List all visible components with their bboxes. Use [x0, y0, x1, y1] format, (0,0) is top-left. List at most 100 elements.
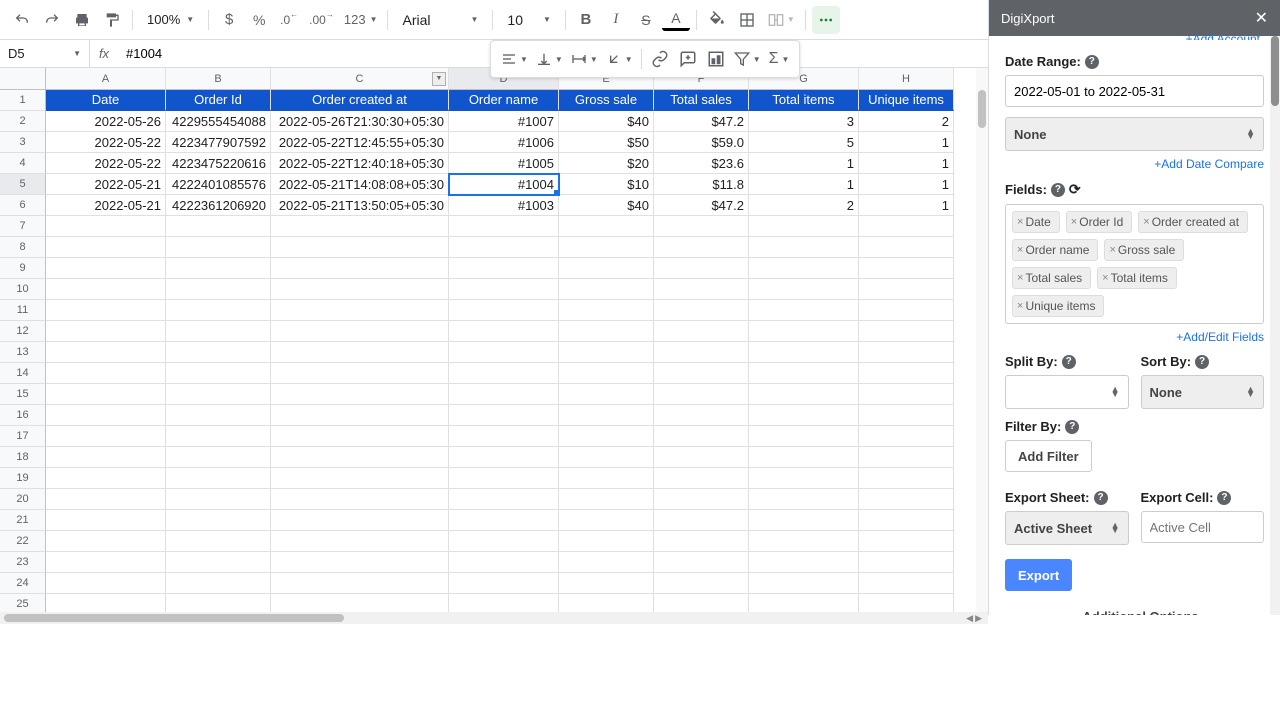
side-panel-scrollbar[interactable] [1270, 36, 1280, 615]
row-header[interactable]: 10 [0, 279, 46, 300]
cell[interactable] [559, 321, 654, 342]
row-header[interactable]: 18 [0, 447, 46, 468]
cell[interactable] [271, 216, 449, 237]
row-header[interactable]: 15 [0, 384, 46, 405]
remove-chip-icon[interactable]: × [1017, 216, 1023, 228]
cell[interactable]: 4223475220616 [166, 153, 271, 174]
cell[interactable] [654, 552, 749, 573]
field-chip[interactable]: ×Order Id [1066, 211, 1132, 233]
cell[interactable]: 1 [859, 174, 954, 195]
text-color-button[interactable]: A [662, 9, 690, 31]
cell[interactable] [559, 447, 654, 468]
cell[interactable]: 4223477907592 [166, 132, 271, 153]
cell[interactable]: #1004 [449, 174, 559, 195]
cell[interactable] [449, 237, 559, 258]
row-header[interactable]: 13 [0, 342, 46, 363]
cell[interactable]: $50 [559, 132, 654, 153]
decrease-decimal-button[interactable]: .0← [275, 6, 303, 34]
cell[interactable] [559, 384, 654, 405]
row-header[interactable]: 14 [0, 363, 46, 384]
cell[interactable] [46, 489, 166, 510]
cell[interactable] [654, 300, 749, 321]
cell[interactable]: #1006 [449, 132, 559, 153]
cell[interactable] [271, 279, 449, 300]
vertical-align-dropdown[interactable]: ▼ [532, 45, 567, 73]
cell[interactable] [749, 384, 859, 405]
font-size-dropdown[interactable]: 10▼ [499, 12, 559, 28]
remove-chip-icon[interactable]: × [1102, 272, 1108, 284]
field-chip[interactable]: ×Order name [1012, 239, 1098, 261]
cell[interactable]: $59.0 [654, 132, 749, 153]
merge-cells-button[interactable]: ▼ [763, 6, 799, 34]
row-header[interactable]: 23 [0, 552, 46, 573]
select-all-corner[interactable] [0, 68, 46, 90]
vertical-scrollbar[interactable] [976, 68, 988, 612]
cell[interactable] [654, 216, 749, 237]
cell[interactable] [749, 510, 859, 531]
row-header[interactable]: 3 [0, 132, 46, 153]
cell[interactable] [271, 300, 449, 321]
cell[interactable] [449, 342, 559, 363]
row-header[interactable]: 9 [0, 258, 46, 279]
cell[interactable] [449, 405, 559, 426]
cell[interactable]: 1 [859, 132, 954, 153]
cell[interactable] [166, 510, 271, 531]
cell[interactable] [859, 258, 954, 279]
cell[interactable] [559, 405, 654, 426]
cell[interactable] [859, 321, 954, 342]
cell[interactable] [166, 489, 271, 510]
cell[interactable] [859, 447, 954, 468]
export-button[interactable]: Export [1005, 559, 1072, 591]
add-date-compare-link[interactable]: +Add Date Compare [1005, 157, 1264, 171]
more-formats-dropdown[interactable]: 123▼ [340, 6, 382, 34]
cell[interactable] [749, 573, 859, 594]
cell[interactable] [166, 300, 271, 321]
cell[interactable] [559, 363, 654, 384]
cell[interactable] [271, 510, 449, 531]
cell[interactable] [166, 426, 271, 447]
strikethrough-button[interactable]: S [632, 6, 660, 34]
cell[interactable]: 2 [859, 111, 954, 132]
cell[interactable] [271, 384, 449, 405]
close-icon[interactable]: ✕ [1255, 8, 1268, 28]
cell[interactable] [46, 468, 166, 489]
cell[interactable] [166, 468, 271, 489]
cell[interactable] [859, 237, 954, 258]
help-icon[interactable]: ? [1062, 355, 1076, 369]
cell[interactable] [46, 279, 166, 300]
cell[interactable] [859, 342, 954, 363]
remove-chip-icon[interactable]: × [1017, 244, 1023, 256]
cell[interactable]: Date [46, 90, 166, 111]
cell[interactable] [449, 468, 559, 489]
undo-button[interactable] [8, 6, 36, 34]
cell[interactable] [271, 321, 449, 342]
cell[interactable]: #1005 [449, 153, 559, 174]
cell[interactable] [559, 489, 654, 510]
cell[interactable] [654, 447, 749, 468]
font-family-dropdown[interactable]: Arial▼ [394, 12, 486, 28]
cell[interactable] [449, 321, 559, 342]
row-header[interactable]: 12 [0, 321, 46, 342]
cell[interactable] [46, 216, 166, 237]
cell[interactable] [859, 573, 954, 594]
horizontal-scrollbar[interactable]: ◀ ▶ [0, 612, 988, 624]
cell[interactable] [859, 594, 954, 612]
row-header[interactable]: 8 [0, 237, 46, 258]
cell[interactable] [271, 342, 449, 363]
help-icon[interactable]: ? [1085, 55, 1099, 69]
cell[interactable] [859, 552, 954, 573]
cell[interactable] [559, 510, 654, 531]
cell[interactable] [166, 531, 271, 552]
cell[interactable]: 2 [749, 195, 859, 216]
cell[interactable] [271, 405, 449, 426]
scroll-right-icon[interactable]: ▶ [975, 613, 982, 624]
cell[interactable] [449, 426, 559, 447]
horizontal-align-dropdown[interactable]: ▼ [497, 45, 532, 73]
cell[interactable] [654, 510, 749, 531]
cell[interactable] [559, 237, 654, 258]
filter-dropdown[interactable]: ▼ [730, 45, 765, 73]
cell[interactable]: Total sales [654, 90, 749, 111]
cell[interactable]: $47.2 [654, 111, 749, 132]
help-icon[interactable]: ? [1065, 420, 1079, 434]
cell[interactable] [859, 489, 954, 510]
